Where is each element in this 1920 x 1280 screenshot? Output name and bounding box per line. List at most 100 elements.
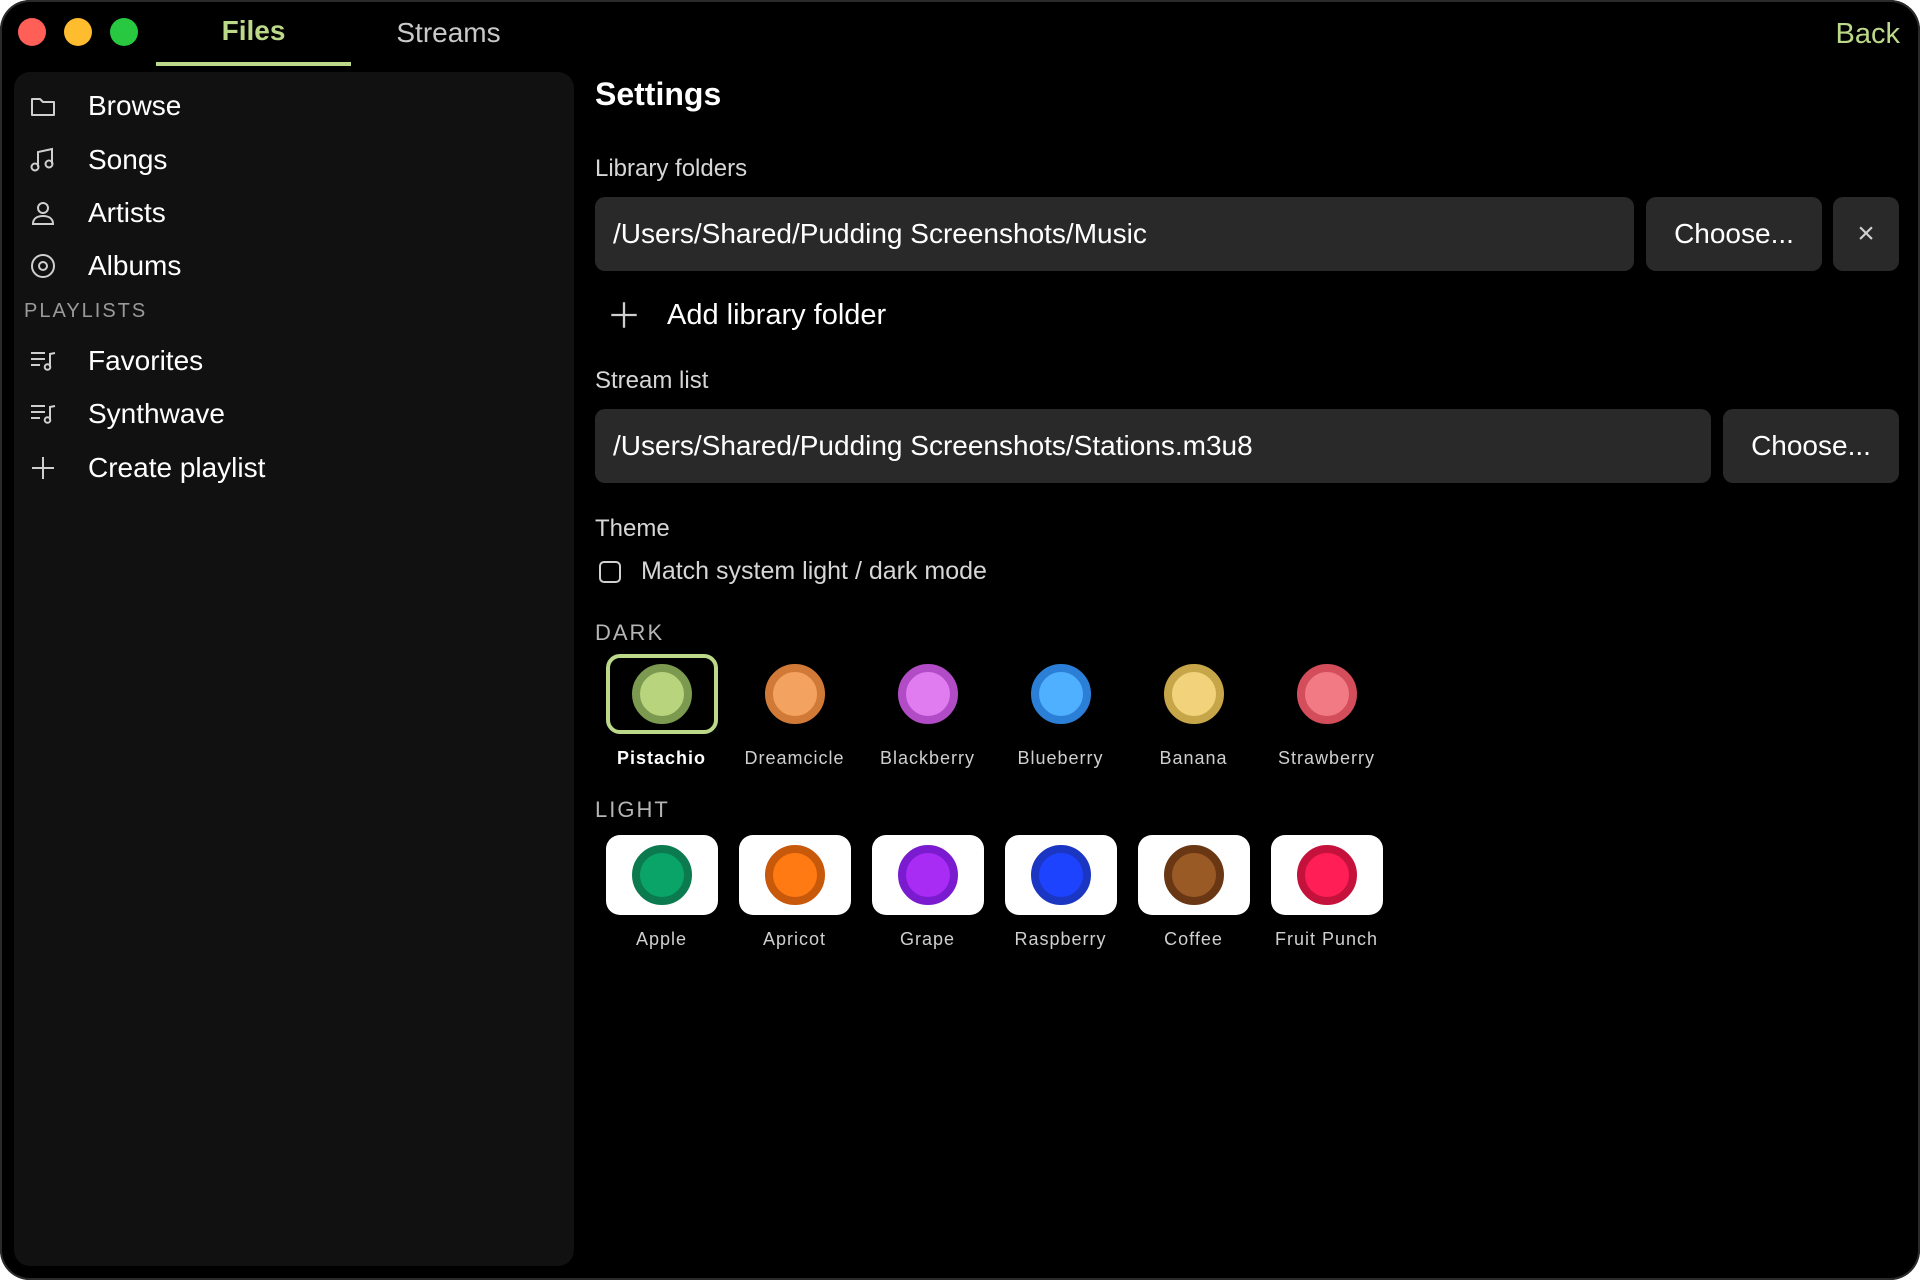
dark-themes-heading: DARK — [595, 620, 665, 645]
theme-swatch-raspberry[interactable] — [1004, 835, 1117, 915]
sidebar-item-label: Artists — [88, 197, 166, 228]
theme-option[interactable]: Fruit Punch — [1260, 835, 1393, 950]
theme-name-label: Strawberry — [1277, 748, 1376, 768]
stream-list-path-text: /Users/Shared/Pudding Screenshots/Statio… — [613, 430, 1253, 461]
theme-option[interactable]: Coffee — [1127, 835, 1260, 950]
theme-name-label: Blueberry — [1017, 748, 1104, 768]
page-title: Settings — [595, 76, 722, 112]
sidebar-item-browse[interactable]: Browse — [28, 82, 181, 130]
theme-name-label: Apricot — [762, 929, 827, 949]
light-theme-swatches: Apple Apricot Grape Raspberry Coffee Fruit Pu… — [595, 835, 1393, 950]
playlists-heading: PLAYLISTS — [24, 300, 148, 322]
theme-name-label: Apple — [635, 929, 688, 949]
close-window-button[interactable] — [18, 18, 46, 46]
top-tabs: Files Streams — [156, 0, 546, 66]
theme-option[interactable]: Raspberry — [994, 835, 1127, 950]
theme-swatch-grape[interactable] — [871, 835, 984, 915]
sidebar-item-label: Songs — [88, 144, 168, 175]
choose-stream-list-button[interactable]: Choose... — [1723, 409, 1899, 483]
theme-swatch-fruit-punch[interactable] — [1270, 835, 1383, 915]
theme-swatch-pistachio[interactable] — [605, 654, 718, 734]
theme-swatch-banana[interactable] — [1137, 654, 1250, 734]
theme-option[interactable]: Apricot — [728, 835, 861, 950]
theme-swatch-apple[interactable] — [605, 835, 718, 915]
choose-library-folder-button[interactable]: Choose... — [1646, 197, 1822, 271]
window-controls — [18, 18, 138, 46]
disc-icon — [28, 251, 58, 281]
music-note-icon — [28, 145, 58, 175]
minimize-window-button[interactable] — [64, 18, 92, 46]
tab-streams[interactable]: Streams — [351, 0, 546, 66]
theme-name-label: Blackberry — [879, 748, 976, 768]
theme-swatch-dreamcicle[interactable] — [738, 654, 851, 734]
add-library-folder-button[interactable]: Add library folder — [609, 290, 886, 340]
sidebar-item-label: Browse — [88, 90, 182, 121]
match-system-label: Match system light / dark mode — [641, 557, 987, 585]
back-button[interactable]: Back — [1836, 18, 1900, 51]
color-dot-icon — [1030, 664, 1091, 724]
color-dot-icon — [764, 664, 825, 724]
playlist-icon — [28, 346, 58, 376]
theme-swatch-apricot[interactable] — [738, 835, 851, 915]
library-folder-path-text: /Users/Shared/Pudding Screenshots/Music — [613, 218, 1147, 249]
theme-name-label: Banana — [1159, 748, 1228, 768]
color-dot-icon — [1296, 664, 1357, 724]
theme-label: Theme — [595, 515, 670, 542]
match-system-row[interactable]: Match system light / dark mode — [599, 557, 987, 586]
close-icon: × — [1857, 217, 1875, 250]
theme-swatch-blueberry[interactable] — [1004, 654, 1117, 734]
theme-swatch-blackberry[interactable] — [871, 654, 984, 734]
library-folders-label: Library folders — [595, 155, 748, 182]
sidebar-item-label: Synthwave — [88, 398, 225, 429]
sidebar-item-albums[interactable]: Albums — [28, 242, 181, 290]
remove-library-folder-button[interactable]: × — [1833, 197, 1899, 271]
sidebar-item-artists[interactable]: Artists — [28, 189, 166, 237]
theme-option[interactable]: Pistachio — [595, 654, 728, 769]
playlist-icon — [28, 399, 58, 429]
color-dot-icon — [764, 845, 825, 905]
theme-option[interactable]: Banana — [1127, 654, 1260, 769]
theme-name-label: Coffee — [1164, 929, 1223, 949]
color-dot-icon — [1163, 664, 1224, 724]
dark-theme-swatches: Pistachio Dreamcicle Blackberry Blueberry Ba… — [595, 654, 1393, 769]
color-dot-icon — [897, 845, 958, 905]
color-dot-icon — [631, 664, 692, 724]
theme-option[interactable]: Strawberry — [1260, 654, 1393, 769]
sidebar-item-synthwave[interactable]: Synthwave — [28, 390, 225, 438]
theme-swatch-strawberry[interactable] — [1270, 654, 1383, 734]
plus-icon — [611, 302, 637, 328]
color-dot-icon — [1296, 845, 1357, 905]
create-playlist-label: Create playlist — [88, 452, 266, 483]
stream-list-path-field[interactable]: /Users/Shared/Pudding Screenshots/Statio… — [595, 409, 1711, 483]
folder-icon — [28, 91, 58, 121]
sidebar: Browse Songs Artists Albums PLAYLISTS Fa… — [14, 72, 574, 1266]
match-system-checkbox[interactable] — [599, 560, 621, 583]
theme-option[interactable]: Blackberry — [861, 654, 994, 769]
theme-option[interactable]: Grape — [861, 835, 994, 950]
sidebar-item-favorites[interactable]: Favorites — [28, 337, 203, 385]
light-themes-heading: LIGHT — [595, 797, 670, 822]
person-icon — [28, 198, 58, 228]
app-window: Files Streams Back Browse Songs Artists — [0, 0, 1920, 1280]
theme-option[interactable]: Apple — [595, 835, 728, 950]
library-folder-path-field[interactable]: /Users/Shared/Pudding Screenshots/Music — [595, 197, 1634, 271]
create-playlist-button[interactable]: Create playlist — [28, 444, 265, 492]
theme-option[interactable]: Dreamcicle — [728, 654, 861, 769]
theme-swatch-coffee[interactable] — [1137, 835, 1250, 915]
sidebar-item-songs[interactable]: Songs — [28, 136, 167, 184]
sidebar-item-label: Favorites — [88, 345, 204, 376]
add-library-folder-label: Add library folder — [667, 298, 887, 331]
tab-files[interactable]: Files — [156, 0, 351, 66]
theme-name-label: Pistachio — [616, 748, 707, 768]
sidebar-item-label: Albums — [88, 250, 182, 281]
theme-name-label: Dreamcicle — [744, 748, 845, 768]
zoom-window-button[interactable] — [110, 18, 138, 46]
color-dot-icon — [631, 845, 692, 905]
theme-name-label: Fruit Punch — [1274, 929, 1379, 949]
color-dot-icon — [1163, 845, 1224, 905]
theme-name-label: Raspberry — [1014, 929, 1107, 949]
color-dot-icon — [897, 664, 958, 724]
color-dot-icon — [1030, 845, 1091, 905]
plus-icon — [28, 453, 58, 483]
theme-option[interactable]: Blueberry — [994, 654, 1127, 769]
